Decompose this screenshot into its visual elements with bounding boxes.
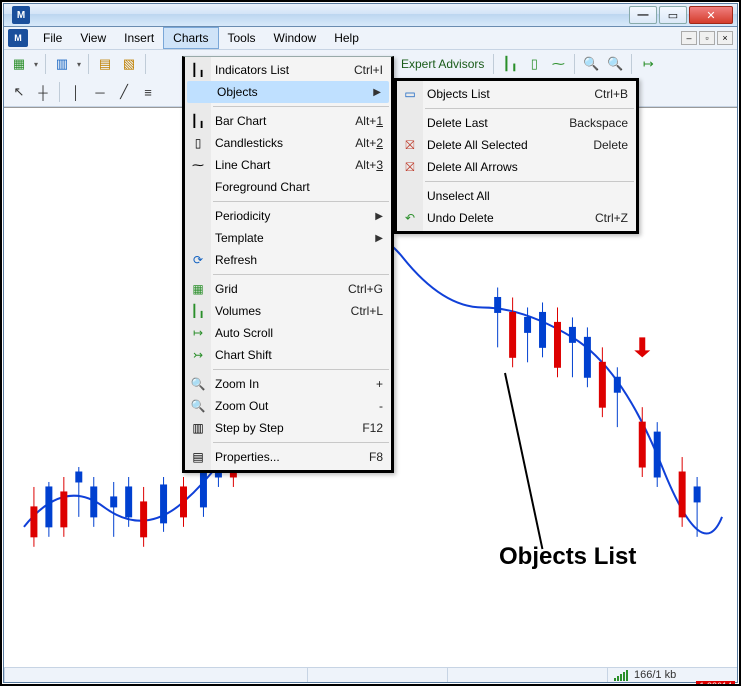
menu-help[interactable]: Help: [325, 28, 368, 48]
menu-item-candlesticks[interactable]: ▯CandlesticksAlt+2: [185, 132, 391, 154]
refresh-icon: ⟳: [189, 253, 207, 267]
menu-view[interactable]: View: [71, 28, 115, 48]
new-chart-button[interactable]: ▦: [8, 53, 30, 75]
mdi-restore-button[interactable]: ▫: [699, 31, 715, 45]
candlestick-button[interactable]: ▯: [523, 53, 545, 75]
market-watch-button[interactable]: ▤: [94, 53, 116, 75]
auto-scroll-icon: ↦: [189, 326, 207, 340]
menu-insert[interactable]: Insert: [115, 28, 163, 48]
menu-item-refresh[interactable]: ⟳Refresh: [185, 249, 391, 271]
objects-list-icon: ▭: [401, 87, 419, 101]
auto-scroll-button[interactable]: ↦: [637, 53, 659, 75]
vline-button[interactable]: │: [65, 81, 87, 103]
titlebar: M: [4, 4, 737, 27]
chart-shift-icon: ↣: [189, 348, 207, 362]
charts-dropdown-menu: ┃╻Indicators ListCtrl+I Objects▶ ┃╻Bar C…: [182, 56, 394, 473]
mdi-close-button[interactable]: ×: [717, 31, 733, 45]
crosshair-button[interactable]: ┼: [32, 81, 54, 103]
menu-item-step-by-step[interactable]: ▥Step by StepF12: [185, 417, 391, 439]
properties-icon: ▤: [189, 450, 207, 464]
menubar: M File View Insert Charts Tools Window H…: [4, 27, 737, 50]
menu-item-zoom-out[interactable]: 🔍Zoom Out-: [185, 395, 391, 417]
zoom-out-icon: 🔍: [189, 399, 207, 413]
menu-tools[interactable]: Tools: [219, 28, 265, 48]
trendline-button[interactable]: ╱: [113, 81, 135, 103]
menu-item-objects[interactable]: Objects▶: [187, 81, 389, 103]
close-button[interactable]: [689, 6, 733, 24]
delete-arrows-icon: ⛝: [401, 160, 419, 175]
grid-icon: ▦: [189, 282, 207, 296]
submenu-item-objects-list[interactable]: ▭Objects ListCtrl+B: [397, 83, 636, 105]
minimize-button[interactable]: [629, 6, 657, 24]
connection-status: 166/1 kb: [634, 669, 676, 681]
bar-chart-icon: ┃╻: [189, 114, 207, 128]
profiles-button[interactable]: ▥: [51, 53, 73, 75]
app-menu-icon[interactable]: M: [8, 29, 28, 47]
menu-item-volumes[interactable]: ┃╻VolumesCtrl+L: [185, 300, 391, 322]
channel-button[interactable]: ≡: [137, 81, 159, 103]
menu-charts[interactable]: Charts: [163, 27, 218, 49]
menu-file[interactable]: File: [34, 28, 71, 48]
line-chart-button[interactable]: ⁓: [547, 53, 569, 75]
menu-item-indicators-list[interactable]: ┃╻Indicators ListCtrl+I: [185, 59, 391, 81]
navigator-button[interactable]: ▧: [118, 53, 140, 75]
line-chart-icon: ⁓: [189, 158, 207, 172]
submenu-item-undo-delete[interactable]: ↶Undo DeleteCtrl+Z: [397, 207, 636, 229]
bar-chart-button[interactable]: ┃╻: [499, 53, 521, 75]
submenu-item-delete-last[interactable]: Delete LastBackspace: [397, 112, 636, 134]
maximize-button[interactable]: [659, 6, 687, 24]
zoom-in-icon: 🔍: [189, 377, 207, 391]
submenu-item-unselect-all[interactable]: Unselect All: [397, 185, 636, 207]
price-badge: 1.32614: [696, 681, 735, 686]
app-icon: M: [12, 6, 30, 24]
annotation-label: Objects List: [499, 543, 636, 571]
step-icon: ▥: [189, 421, 207, 435]
menu-item-foreground-chart[interactable]: Foreground Chart: [185, 176, 391, 198]
delete-selected-icon: ⛝: [401, 138, 419, 153]
menu-item-auto-scroll[interactable]: ↦Auto Scroll: [185, 322, 391, 344]
expert-advisors-label[interactable]: Expert Advisors: [397, 57, 488, 71]
undo-icon: ↶: [401, 211, 419, 225]
candlestick-icon: ▯: [189, 136, 207, 150]
objects-submenu: ▭Objects ListCtrl+B Delete LastBackspace…: [394, 78, 639, 234]
hline-button[interactable]: ─: [89, 81, 111, 103]
menu-window[interactable]: Window: [265, 28, 326, 48]
menu-item-bar-chart[interactable]: ┃╻Bar ChartAlt+1: [185, 110, 391, 132]
mdi-minimize-button[interactable]: –: [681, 31, 697, 45]
submenu-item-delete-all-arrows[interactable]: ⛝Delete All Arrows: [397, 156, 636, 178]
connection-signal-icon: [614, 669, 628, 681]
menu-item-chart-shift[interactable]: ↣Chart Shift: [185, 344, 391, 366]
submenu-item-delete-all-selected[interactable]: ⛝Delete All SelectedDelete: [397, 134, 636, 156]
statusbar: 166/1 kb: [4, 667, 737, 682]
menu-item-zoom-in[interactable]: 🔍Zoom In+: [185, 373, 391, 395]
menu-item-line-chart[interactable]: ⁓Line ChartAlt+3: [185, 154, 391, 176]
menu-item-periodicity[interactable]: Periodicity▶: [185, 205, 391, 227]
indicators-icon: ┃╻: [189, 63, 207, 77]
menu-item-grid[interactable]: ▦GridCtrl+G: [185, 278, 391, 300]
zoom-out-button[interactable]: 🔍: [604, 53, 626, 75]
menu-item-properties[interactable]: ▤Properties...F8: [185, 446, 391, 468]
cursor-button[interactable]: ↖: [8, 81, 30, 103]
volumes-icon: ┃╻: [189, 304, 207, 318]
zoom-in-button[interactable]: 🔍: [580, 53, 602, 75]
menu-item-template[interactable]: Template▶: [185, 227, 391, 249]
